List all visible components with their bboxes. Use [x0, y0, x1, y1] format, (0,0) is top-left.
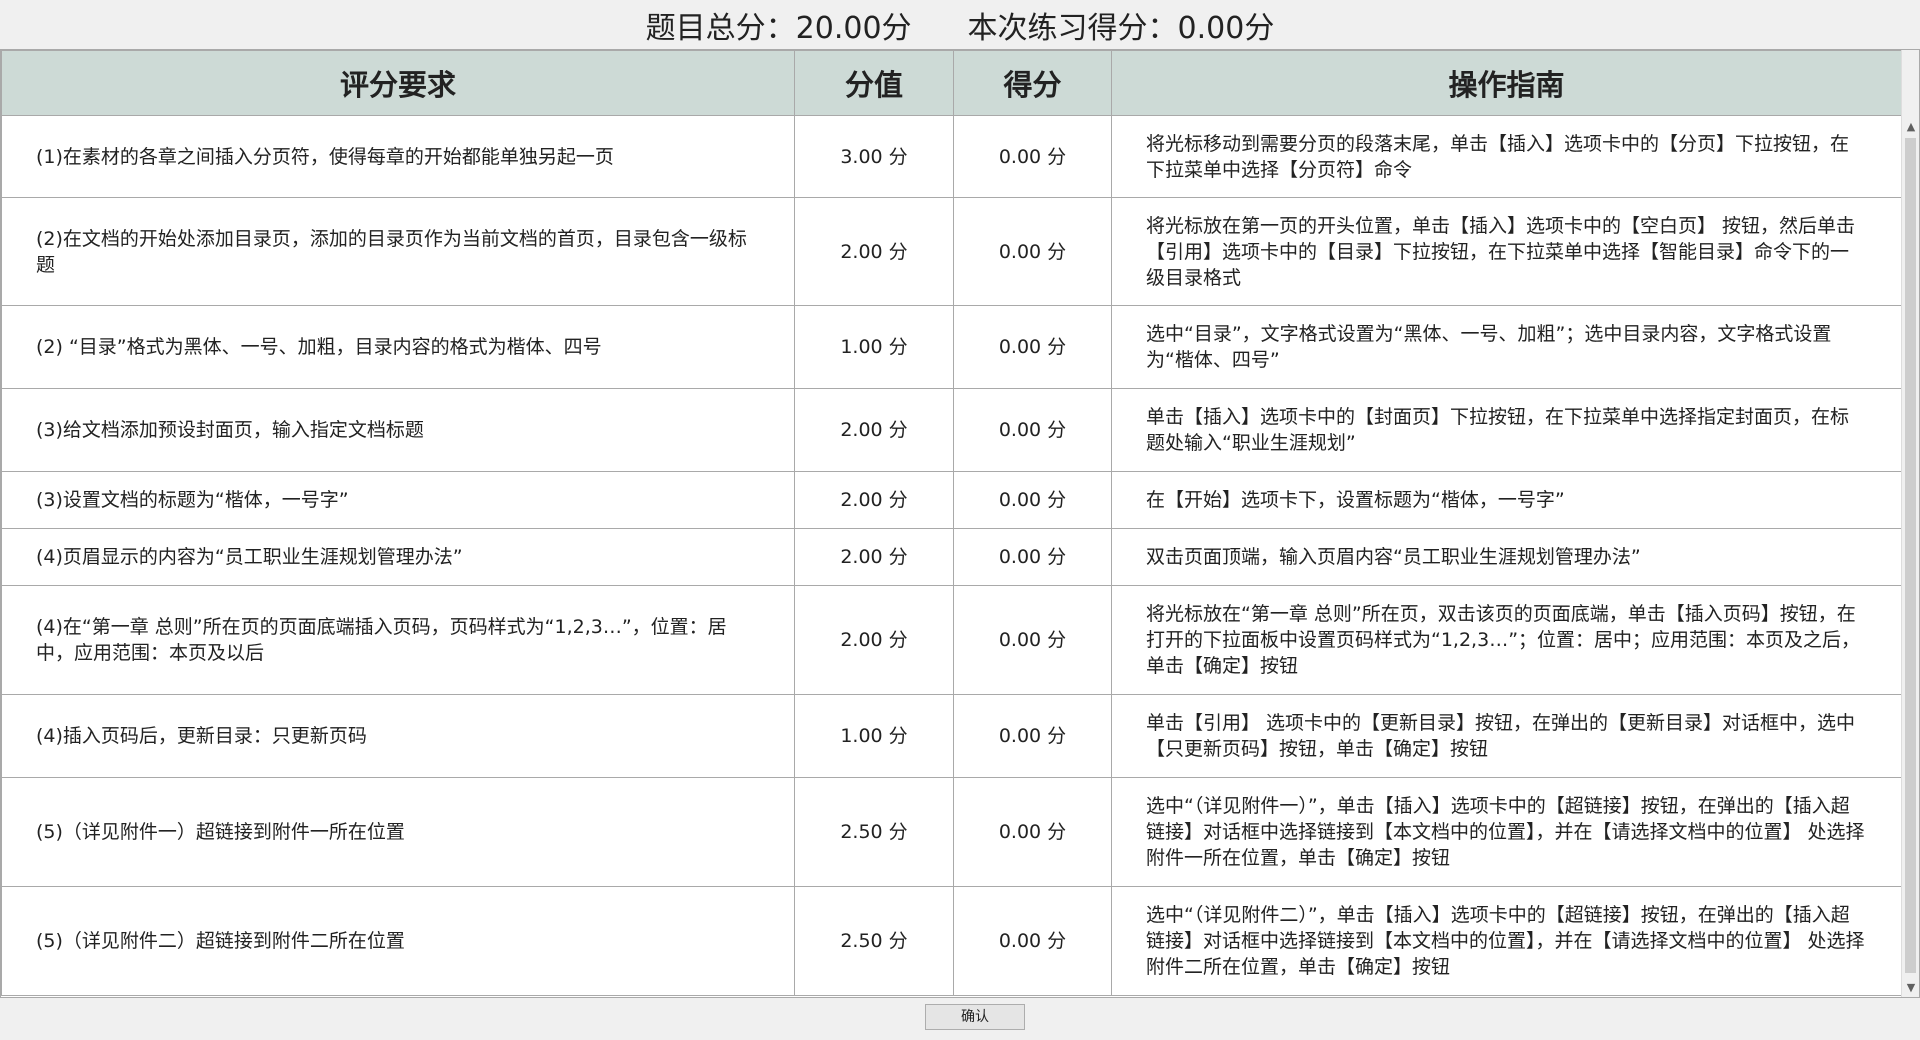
table-row[interactable]: (5)（详见附件二）超链接到附件二所在位置 2.50 分 0.00 分 选中“（… [1, 886, 1901, 996]
table-row[interactable]: (4)在“第一章 总则”所在页的页面底端插入页码，页码样式为“1,2,3…”，位… [1, 585, 1901, 695]
scroll-down-arrow-icon[interactable]: ▼ [1902, 979, 1920, 997]
total-score: 题目总分：20.00分 [645, 11, 912, 46]
value-cell: 2.50 分 [794, 886, 954, 996]
requirement-cell: (5)（详见附件一）超链接到附件一所在位置 [1, 777, 795, 887]
vertical-scrollbar[interactable]: ▲ ▼ [1901, 50, 1919, 997]
value-cell: 2.00 分 [794, 197, 954, 306]
guide-cell: 选中“（详见附件二）”，单击【插入】选项卡中的【超链接】按钮，在弹出的【插入超链… [1111, 886, 1901, 996]
value-cell: 2.50 分 [794, 777, 954, 887]
table-row[interactable]: (5)（详见附件一）超链接到附件一所在位置 2.50 分 0.00 分 选中“（… [1, 777, 1901, 887]
requirement-cell: (4)插入页码后，更新目录：只更新页码 [1, 694, 795, 778]
confirm-button[interactable]: 确认 [925, 1004, 1025, 1030]
requirement-cell: (2) “目录”格式为黑体、一号、加粗，目录内容的格式为楷体、四号 [1, 305, 795, 389]
column-header-guide: 操作指南 [1111, 50, 1901, 116]
score-cell: 0.00 分 [953, 388, 1112, 472]
value-cell: 2.00 分 [794, 528, 954, 586]
table-row[interactable]: (4)页眉显示的内容为“员工职业生涯规划管理办法” 2.00 分 0.00 分 … [1, 528, 1901, 586]
requirement-cell: (1)在素材的各章之间插入分页符，使得每章的开始都能单独另起一页 [1, 115, 795, 198]
score-cell: 0.00 分 [953, 777, 1112, 887]
column-header-value: 分值 [794, 50, 954, 116]
guide-cell: 双击页面顶端，输入页眉内容“员工职业生涯规划管理办法” [1111, 528, 1901, 586]
value-cell: 2.00 分 [794, 585, 954, 695]
table-row[interactable]: (2)在文档的开始处添加目录页，添加的目录页作为当前文档的首页，目录包含一级标题… [1, 197, 1901, 306]
requirement-cell: (4)在“第一章 总则”所在页的页面底端插入页码，页码样式为“1,2,3…”，位… [1, 585, 795, 695]
requirement-cell: (3)设置文档的标题为“楷体，一号字” [1, 471, 795, 529]
requirement-cell: (2)在文档的开始处添加目录页，添加的目录页作为当前文档的首页，目录包含一级标题 [1, 197, 795, 306]
value-cell: 2.00 分 [794, 471, 954, 529]
table-row[interactable]: (4)插入页码后，更新目录：只更新页码 1.00 分 0.00 分 单击【引用】… [1, 694, 1901, 778]
score-cell: 0.00 分 [953, 197, 1112, 306]
table-row[interactable]: (1)在素材的各章之间插入分页符，使得每章的开始都能单独另起一页 3.00 分 … [1, 115, 1901, 198]
score-cell: 0.00 分 [953, 471, 1112, 529]
scrollbar-thumb[interactable] [1905, 138, 1916, 973]
requirement-cell: (4)页眉显示的内容为“员工职业生涯规划管理办法” [1, 528, 795, 586]
score-cell: 0.00 分 [953, 115, 1112, 198]
score-cell: 0.00 分 [953, 694, 1112, 778]
value-cell: 2.00 分 [794, 388, 954, 472]
guide-cell: 单击【插入】选项卡中的【封面页】下拉按钮，在下拉菜单中选择指定封面页，在标题处输… [1111, 388, 1901, 472]
requirement-cell: (5)（详见附件二）超链接到附件二所在位置 [1, 886, 795, 996]
grading-table: 评分要求 分值 得分 操作指南 (1)在素材的各章之间插入分页符，使得每章的开始… [1, 50, 1901, 996]
grading-grid: 评分要求 分值 得分 操作指南 (1)在素材的各章之间插入分页符，使得每章的开始… [0, 49, 1920, 998]
guide-cell: 将光标放在第一页的开头位置，单击【插入】选项卡中的【空白页】 按钮，然后单击【引… [1111, 197, 1901, 306]
table-row[interactable]: (2) “目录”格式为黑体、一号、加粗，目录内容的格式为楷体、四号 1.00 分… [1, 305, 1901, 389]
value-cell: 1.00 分 [794, 305, 954, 389]
score-cell: 0.00 分 [953, 528, 1112, 586]
guide-cell: 在【开始】选项卡下，设置标题为“楷体，一号字” [1111, 471, 1901, 529]
score-cell: 0.00 分 [953, 886, 1112, 996]
guide-cell: 选中“（详见附件一）”，单击【插入】选项卡中的【超链接】按钮，在弹出的【插入超链… [1111, 777, 1901, 887]
guide-cell: 将光标放在“第一章 总则”所在页，双击该页的页面底端，单击【插入页码】按钮，在打… [1111, 585, 1901, 695]
score-cell: 0.00 分 [953, 585, 1112, 695]
table-header-row: 评分要求 分值 得分 操作指南 [1, 50, 1901, 116]
table-row[interactable]: (3)给文档添加预设封面页，输入指定文档标题 2.00 分 0.00 分 单击【… [1, 388, 1901, 472]
table-row[interactable]: (3)设置文档的标题为“楷体，一号字” 2.00 分 0.00 分 在【开始】选… [1, 471, 1901, 529]
guide-cell: 将光标移动到需要分页的段落末尾，单击【插入】选项卡中的【分页】下拉按钮，在下拉菜… [1111, 115, 1901, 198]
column-header-score: 得分 [953, 50, 1112, 116]
score-cell: 0.00 分 [953, 305, 1112, 389]
column-header-requirement: 评分要求 [1, 50, 795, 116]
guide-cell: 单击【引用】 选项卡中的【更新目录】按钮，在弹出的【更新目录】对话框中，选中【只… [1111, 694, 1901, 778]
practice-score: 本次练习得分：0.00分 [967, 11, 1275, 46]
value-cell: 1.00 分 [794, 694, 954, 778]
scroll-up-arrow-icon[interactable]: ▲ [1902, 118, 1920, 136]
score-summary: 题目总分：20.00分 本次练习得分：0.00分 [0, 0, 1920, 50]
guide-cell: 选中“目录”，文字格式设置为“黑体、一号、加粗”；选中目录内容，文字格式设置为“… [1111, 305, 1901, 389]
requirement-cell: (3)给文档添加预设封面页，输入指定文档标题 [1, 388, 795, 472]
grid-viewport: 评分要求 分值 得分 操作指南 (1)在素材的各章之间插入分页符，使得每章的开始… [1, 50, 1901, 997]
value-cell: 3.00 分 [794, 115, 954, 198]
